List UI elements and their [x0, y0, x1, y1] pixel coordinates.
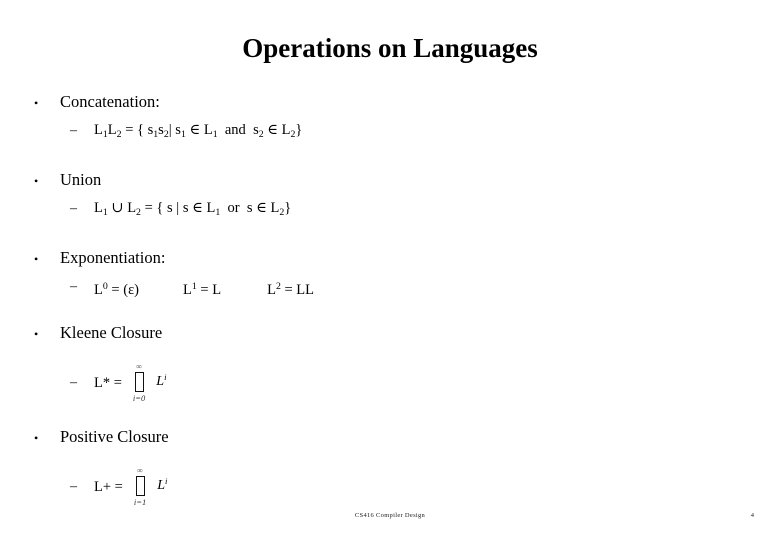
bullet-row: • Positive Closure	[34, 427, 734, 449]
formula-union: L1 ∪ L2 = { s | s ∈ L1 or s ∈ L2}	[94, 199, 292, 218]
sub-dash-icon: –	[70, 375, 77, 391]
sub-row-kleene-closure: – L* = ∞ i=0 Li	[70, 363, 734, 403]
sub-row-union: – L1 ∪ L2 = { s | s ∈ L1 or s ∈ L2}	[70, 199, 734, 222]
formula-exponentiation: L0 = (ε) L1 = L L2 = LL	[94, 280, 315, 298]
formula-concatenation: L1L2 = { s1s2| s1 ∈ L1 and s2 ∈ L2}	[94, 122, 303, 140]
sub-row-positive-closure: – L+ = ∞ i=1 Li	[70, 467, 734, 507]
kleene-lhs: L* =	[94, 374, 122, 391]
bullet-positive-closure: • Positive Closure – L+ = ∞ i=1 Li	[34, 427, 734, 507]
sub-dash-icon: –	[70, 278, 77, 294]
sub-dash-icon: –	[70, 123, 77, 138]
bullet-label-kleene-closure: Kleene Closure	[60, 323, 163, 343]
union-glyph-box-icon	[134, 372, 144, 393]
bullet-union: • Union – L1 ∪ L2 = { s | s ∈ L1 or s ∈ …	[34, 170, 734, 222]
big-union-operator-icon: ∞ i=1	[134, 467, 146, 507]
bullet-exponentiation: • Exponentiation: – L0 = (ε) L1 = L L2 = L…	[34, 248, 734, 300]
sub-row-concatenation: – L1L2 = { s1s2| s1 ∈ L1 and s2 ∈ L2}	[70, 121, 734, 144]
big-union-operator-icon: ∞ i=0	[133, 363, 145, 403]
bullet-label-positive-closure: Positive Closure	[60, 427, 169, 447]
bullet-dot-icon: •	[34, 251, 39, 266]
lower-limit: i=0	[132, 393, 146, 404]
upper-limit: ∞	[137, 466, 143, 476]
page-title: Operations on Languages	[242, 33, 538, 63]
bullet-dot-icon: •	[34, 327, 39, 342]
bullet-dot-icon: •	[34, 173, 39, 188]
slide-body: • Concatenation: – L1L2 = { s1s2| s1 ∈ L…	[34, 92, 734, 507]
lower-limit: i=1	[133, 497, 147, 508]
footer-page-number: 4	[750, 512, 754, 519]
bullet-row: • Exponentiation:	[34, 248, 734, 270]
sub-dash-icon: –	[70, 479, 77, 495]
kleene-operand: Li	[156, 371, 167, 389]
sub-dash-icon: –	[70, 200, 77, 216]
positive-closure-lhs: L+ =	[94, 478, 123, 495]
footer-course-label: CS416 Compiler Design	[354, 512, 426, 519]
bullet-row: • Kleene Closure	[34, 323, 734, 345]
sub-row-exponentiation: – L0 = (ε) L1 = L L2 = LL	[70, 277, 734, 300]
union-glyph-box-icon	[135, 476, 145, 497]
bullet-label-concatenation: Concatenation:	[60, 92, 160, 111]
bullet-dot-icon: •	[34, 96, 39, 110]
positive-closure-operand: Li	[157, 475, 168, 493]
bullet-row: • Concatenation:	[34, 92, 734, 114]
upper-limit: ∞	[136, 362, 142, 372]
bullet-concatenation: • Concatenation: – L1L2 = { s1s2| s1 ∈ L…	[34, 92, 734, 144]
bullet-row: • Union	[34, 170, 734, 192]
bullet-label-union: Union	[60, 169, 102, 189]
bullet-dot-icon: •	[34, 431, 39, 446]
bullet-kleene-closure: • Kleene Closure – L* = ∞ i=0 Li	[34, 323, 734, 403]
bullet-label-exponentiation: Exponentiation:	[60, 247, 166, 267]
slide: Operations on Languages • Concatenation:…	[0, 0, 780, 540]
